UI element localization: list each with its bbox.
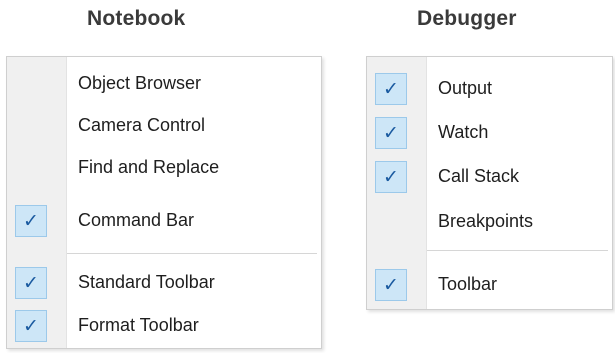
check-icon: ✓ [15,310,47,342]
check-icon: ✓ [15,267,47,299]
menu-item-label: Format Toolbar [78,315,199,335]
debugger-heading: Debugger [417,7,517,30]
menu-item-label: Breakpoints [438,211,534,231]
menu-item-label: Find and Replace [78,157,220,177]
check-icon: ✓ [375,117,407,149]
notebook-heading: Notebook [87,7,186,30]
screenshot-stage: Notebook Debugger Object Browser Camera … [0,0,615,353]
menu-item-find-and-replace[interactable]: Find and Replace [7,148,321,188]
check-icon: ✓ [375,161,407,193]
menu-item-object-browser[interactable]: Object Browser [7,64,321,104]
menu-item-label: Toolbar [438,274,498,294]
menu-item-standard-toolbar[interactable]: ✓ Standard Toolbar [7,263,321,303]
menu-item-label: Camera Control [78,115,206,135]
menu-item-call-stack[interactable]: ✓ Call Stack [367,157,612,197]
debugger-menu: ✓ Output ✓ Watch ✓ Call Stack Breakpoint… [366,56,613,310]
notebook-menu: Object Browser Camera Control Find and R… [6,56,322,349]
menu-item-toolbar[interactable]: ✓ Toolbar [367,265,612,305]
check-icon: ✓ [375,269,407,301]
menu-item-label: Watch [438,122,489,142]
menu-item-format-toolbar[interactable]: ✓ Format Toolbar [7,306,321,346]
menu-separator [67,253,317,254]
menu-item-label: Object Browser [78,73,202,93]
check-icon: ✓ [15,205,47,237]
menu-item-label: Standard Toolbar [78,272,215,292]
menu-item-command-bar[interactable]: ✓ Command Bar [7,201,321,241]
check-icon: ✓ [375,73,407,105]
menu-item-breakpoints[interactable]: Breakpoints [367,202,612,242]
menu-item-camera-control[interactable]: Camera Control [7,106,321,146]
menu-item-label: Output [438,78,493,98]
menu-item-watch[interactable]: ✓ Watch [367,113,612,153]
menu-item-label: Command Bar [78,210,195,230]
menu-separator [427,250,608,251]
menu-item-output[interactable]: ✓ Output [367,69,612,109]
menu-item-label: Call Stack [438,166,520,186]
